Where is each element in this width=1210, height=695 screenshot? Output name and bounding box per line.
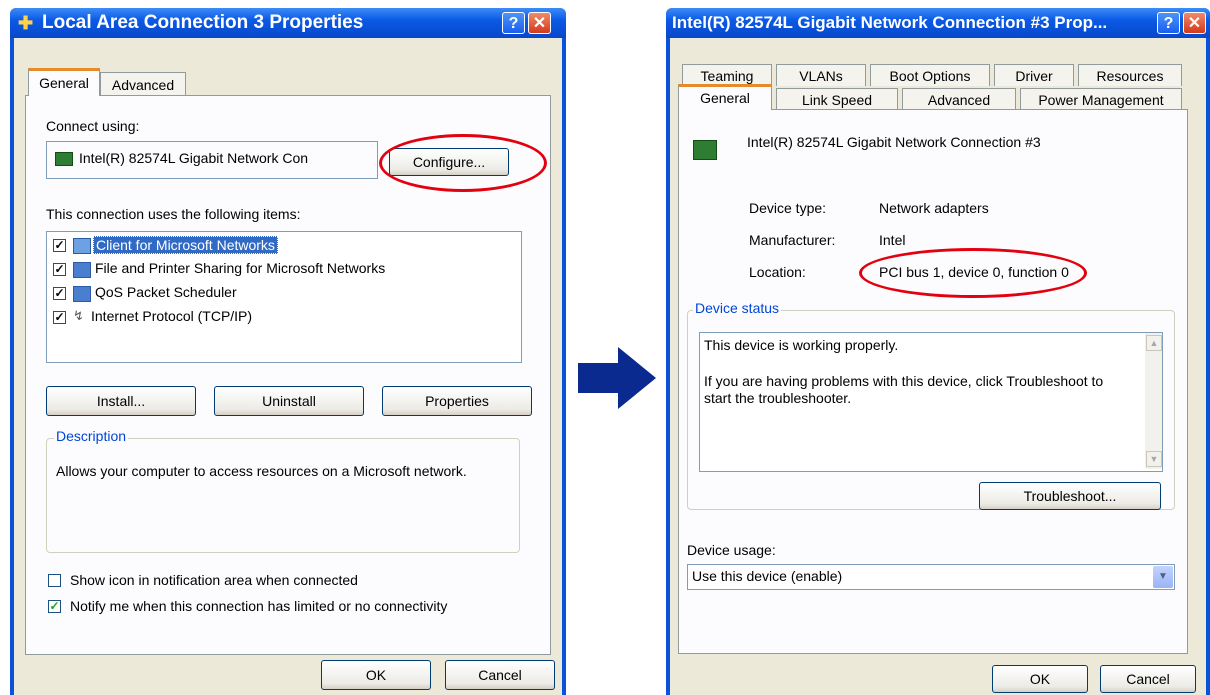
file-printer-checkbox[interactable]: ✓ xyxy=(53,263,66,276)
tab-advanced[interactable]: Advanced xyxy=(902,88,1016,110)
device-status-title: Device status xyxy=(693,300,782,316)
items-list: ✓ Client for Microsoft Networks ✓ File a… xyxy=(46,231,522,363)
status-scrollbar[interactable]: ▲ ▼ xyxy=(1145,333,1162,469)
general-tab-pane: Intel(R) 82574L Gigabit Network Connecti… xyxy=(678,109,1188,654)
adapter-field: Intel(R) 82574L Gigabit Network Con xyxy=(46,141,378,179)
cancel-button[interactable]: Cancel xyxy=(445,660,555,690)
device-usage-select[interactable]: Use this device (enable) ▼ xyxy=(687,564,1175,590)
ok-button[interactable]: OK xyxy=(992,665,1088,693)
description-text: Allows your computer to access resources… xyxy=(56,463,467,479)
manufacturer-label: Manufacturer: xyxy=(749,232,836,248)
show-icon-label: Show icon in notification area when conn… xyxy=(70,572,358,588)
status-line-1: This device is working properly. xyxy=(704,337,899,353)
list-item-tcpip[interactable]: ✓ ↯ Internet Protocol (TCP/IP) xyxy=(47,308,517,328)
notify-label: Notify me when this connection has limit… xyxy=(70,598,448,614)
cancel-button[interactable]: Cancel xyxy=(1100,665,1196,693)
show-icon-checkbox[interactable] xyxy=(48,574,61,587)
ok-button[interactable]: OK xyxy=(321,660,431,690)
chevron-down-icon[interactable]: ▼ xyxy=(1153,566,1173,588)
uninstall-button[interactable]: Uninstall xyxy=(214,386,364,416)
install-button[interactable]: Install... xyxy=(46,386,196,416)
configure-highlight-oval xyxy=(379,134,547,192)
scroll-up-icon[interactable]: ▲ xyxy=(1146,335,1162,351)
help-button[interactable]: ? xyxy=(1157,12,1180,34)
right-client-area: Teaming VLANs Boot Options Driver Resour… xyxy=(670,38,1206,695)
troubleshoot-button[interactable]: Troubleshoot... xyxy=(979,482,1161,510)
device-type-label: Device type: xyxy=(749,200,827,216)
connect-using-label: Connect using: xyxy=(46,118,140,134)
list-item-file-printer[interactable]: ✓ File and Printer Sharing for Microsoft… xyxy=(47,260,517,280)
general-tab-pane: Connect using: Intel(R) 82574L Gigabit N… xyxy=(25,95,551,655)
tab-vlans[interactable]: VLANs xyxy=(776,64,866,86)
tab-general[interactable]: General xyxy=(28,68,100,96)
network-adapter-icon xyxy=(55,152,73,166)
protocol-icon: ↯ xyxy=(73,308,84,323)
network-connection-icon: ✚ xyxy=(18,13,34,33)
right-dialog-title: Intel(R) 82574L Gigabit Network Connecti… xyxy=(672,13,1108,32)
list-item-qos[interactable]: ✓ QoS Packet Scheduler xyxy=(47,284,517,304)
location-highlight-oval xyxy=(859,248,1087,298)
device-name: Intel(R) 82574L Gigabit Network Connecti… xyxy=(747,134,1041,150)
location-label: Location: xyxy=(749,264,806,280)
left-client-area: General Advanced Connect using: Intel(R)… xyxy=(14,38,562,695)
close-button[interactable]: ✕ xyxy=(1183,12,1206,34)
notify-checkbox[interactable]: ✓ xyxy=(48,600,61,613)
device-type-value: Network adapters xyxy=(879,200,989,216)
help-button[interactable]: ? xyxy=(502,12,525,34)
right-dialog-window: Intel(R) 82574L Gigabit Network Connecti… xyxy=(666,8,1210,695)
left-dialog-window: ✚ Local Area Connection 3 Properties ? ✕… xyxy=(10,8,566,695)
device-status-box: This device is working properly. If you … xyxy=(699,332,1163,472)
scroll-down-icon[interactable]: ▼ xyxy=(1146,451,1162,467)
network-adapter-icon xyxy=(693,140,717,160)
device-usage-label: Device usage: xyxy=(687,542,776,558)
tab-resources[interactable]: Resources xyxy=(1078,64,1182,86)
tab-teaming[interactable]: Teaming xyxy=(682,64,772,86)
items-label: This connection uses the following items… xyxy=(46,206,301,222)
tab-boot-options[interactable]: Boot Options xyxy=(870,64,990,86)
left-title-bar[interactable]: ✚ Local Area Connection 3 Properties ? ✕ xyxy=(10,8,566,38)
status-line-2: If you are having problems with this dev… xyxy=(704,373,1104,406)
close-button[interactable]: ✕ xyxy=(528,12,551,34)
list-item-client[interactable]: ✓ Client for Microsoft Networks xyxy=(47,236,517,256)
network-service-icon xyxy=(73,286,91,302)
tab-power-management[interactable]: Power Management xyxy=(1020,88,1182,110)
tab-driver[interactable]: Driver xyxy=(994,64,1074,86)
list-item-label: Internet Protocol (TCP/IP) xyxy=(91,308,253,324)
list-item-label: File and Printer Sharing for Microsoft N… xyxy=(95,260,386,276)
qos-checkbox[interactable]: ✓ xyxy=(53,287,66,300)
tab-general[interactable]: General xyxy=(678,84,772,110)
description-group xyxy=(46,438,520,553)
list-item-label: Client for Microsoft Networks xyxy=(93,236,278,254)
right-arrow-icon xyxy=(578,347,656,409)
tab-advanced[interactable]: Advanced xyxy=(100,72,186,96)
left-dialog-title: Local Area Connection 3 Properties xyxy=(42,12,364,33)
adapter-name: Intel(R) 82574L Gigabit Network Con xyxy=(79,150,309,166)
list-item-label: QoS Packet Scheduler xyxy=(95,284,237,300)
network-client-icon xyxy=(73,238,91,254)
description-title: Description xyxy=(54,428,129,444)
right-title-bar[interactable]: Intel(R) 82574L Gigabit Network Connecti… xyxy=(666,8,1210,38)
network-service-icon xyxy=(73,262,91,278)
properties-button[interactable]: Properties xyxy=(382,386,532,416)
manufacturer-value: Intel xyxy=(879,232,906,248)
tcpip-checkbox[interactable]: ✓ xyxy=(53,311,66,324)
tab-link-speed[interactable]: Link Speed xyxy=(776,88,898,110)
device-usage-value: Use this device (enable) xyxy=(692,568,843,584)
client-checkbox[interactable]: ✓ xyxy=(53,239,66,252)
